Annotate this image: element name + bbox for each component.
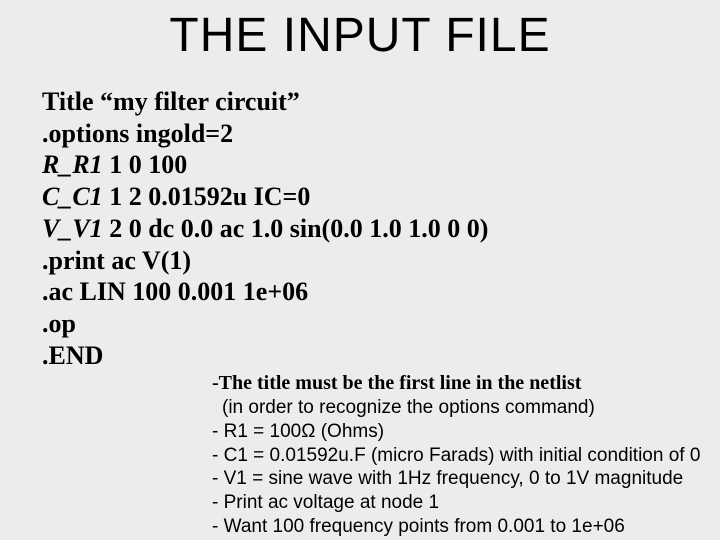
note-line-6: - Want 100 frequency points from 0.001 t… (212, 515, 720, 539)
note-line-4: - V1 = sine wave with 1Hz frequency, 0 t… (212, 467, 720, 491)
netlist-line-c: C_C1 1 2 0.01592u IC=0 (42, 181, 488, 213)
netlist-line-print: .print ac V(1) (42, 245, 488, 277)
netlist-r-name: R_R1 (42, 150, 103, 179)
note-line-3: - C1 = 0.01592u.F (micro Farads) with in… (212, 444, 720, 468)
netlist-line-op: .op (42, 308, 488, 340)
note-line-5: - Print ac voltage at node 1 (212, 491, 720, 515)
slide: THE INPUT FILE Title “my filter circuit”… (0, 0, 720, 540)
note-line-1: (in order to recognize the options comma… (212, 396, 720, 420)
netlist-block: Title “my filter circuit” .options ingol… (42, 86, 488, 371)
netlist-c-name: C_C1 (42, 182, 103, 211)
netlist-line-v: V_V1 2 0 dc 0.0 ac 1.0 sin(0.0 1.0 1.0 0… (42, 213, 488, 245)
netlist-r-rest: 1 0 100 (103, 150, 188, 179)
netlist-line-title: Title “my filter circuit” (42, 86, 488, 118)
netlist-line-r: R_R1 1 0 100 (42, 149, 488, 181)
notes-block: -The title must be the first line in the… (212, 371, 720, 539)
netlist-c-rest: 1 2 0.01592u IC=0 (103, 182, 311, 211)
slide-title: THE INPUT FILE (0, 8, 720, 63)
netlist-v-rest: 2 0 dc 0.0 ac 1.0 sin(0.0 1.0 1.0 0 0) (103, 214, 489, 243)
netlist-line-end: .END (42, 340, 488, 372)
note-line-0: -The title must be the first line in the… (212, 371, 720, 396)
netlist-v-name: V_V1 (42, 214, 103, 243)
netlist-title-word: Title (42, 87, 100, 116)
note-line-2: - R1 = 100Ω (Ohms) (212, 420, 720, 444)
netlist-line-ac: .ac LIN 100 0.001 1e+06 (42, 276, 488, 308)
netlist-title-string: “my filter circuit” (100, 87, 300, 116)
netlist-line-options: .options ingold=2 (42, 118, 488, 150)
